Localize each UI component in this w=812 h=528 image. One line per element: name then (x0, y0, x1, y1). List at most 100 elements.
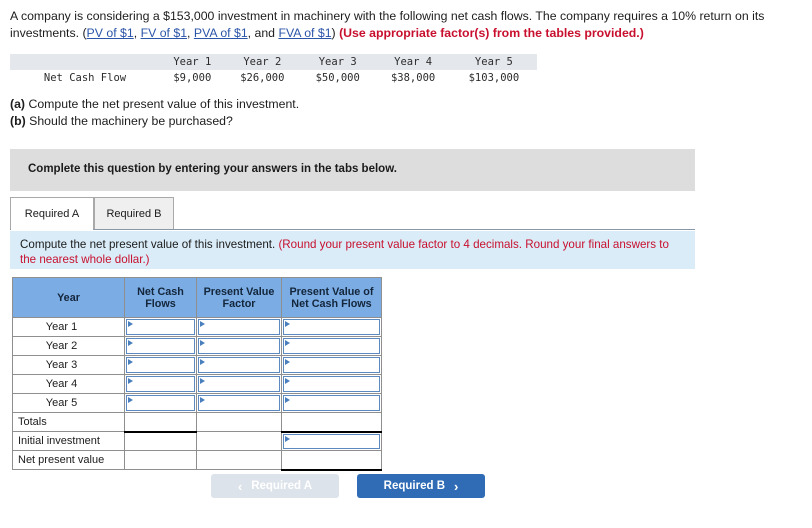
cash-flow-col-year-4: Year 4 (394, 56, 433, 68)
npv-header-present-value-of-net-cash-flows: Present Value of Net Cash Flows (281, 277, 382, 318)
cell-present-value-year-1[interactable] (281, 317, 382, 337)
table-row: Year 3 (12, 355, 382, 375)
npv-header-year: Year (12, 277, 125, 318)
requirement-panel: Compute the net present value of this in… (10, 231, 695, 269)
link-pva-of-1[interactable]: PVA of $1 (194, 26, 248, 40)
input-initial-investment[interactable] (283, 433, 380, 449)
cell-totals-net-cash-flows (124, 412, 197, 433)
cash-flow-value-year-5: $103,000 (468, 72, 520, 84)
question-b-text: Should the machinery be purchased? (25, 114, 233, 128)
table-row: Initial investment (12, 431, 382, 451)
table-row: Year 4 (12, 374, 382, 394)
input-present-value-year-4[interactable] (283, 376, 380, 392)
link-fva-of-1[interactable]: FVA of $1 (278, 26, 331, 40)
input-present-value-year-2[interactable] (283, 338, 380, 354)
cell-initial-investment-blank-1 (124, 431, 197, 451)
requirement-panel-text: Compute the net present value of this in… (20, 237, 688, 267)
cash-flow-header-row: Year 1 Year 2 Year 3 Year 4 Year 5 (10, 54, 537, 70)
input-present-value-year-5[interactable] (283, 395, 380, 411)
sub-questions: (a) Compute the net present value of thi… (10, 96, 299, 130)
input-present-value-year-3[interactable] (283, 357, 380, 373)
input-present-value-factor-year-4[interactable] (198, 376, 280, 392)
table-row: Net present value (12, 450, 382, 471)
cell-npv-blank-2 (196, 450, 282, 470)
link-fv-of-1[interactable]: FV of $1 (141, 26, 187, 40)
next-required-b-button[interactable]: Required B › (357, 474, 485, 498)
question-a: (a) Compute the net present value of thi… (10, 96, 299, 113)
input-net-cash-flows-year-5[interactable] (126, 395, 195, 411)
cell-net-cash-flows-year-4[interactable] (124, 374, 197, 394)
tab-required-a[interactable]: Required A (10, 197, 94, 230)
input-net-cash-flows-year-2[interactable] (126, 338, 195, 354)
cell-totals-present-value (281, 412, 382, 433)
npv-answer-table: Year Net Cash Flows Present Value Factor… (12, 277, 382, 471)
sep-2: , (187, 26, 194, 40)
input-net-cash-flows-year-3[interactable] (126, 357, 195, 373)
chevron-left-icon: ‹ (237, 478, 243, 494)
prev-required-a-button[interactable]: ‹ Required A (211, 474, 339, 498)
input-present-value-factor-year-3[interactable] (198, 357, 280, 373)
cell-net-cash-flows-year-1[interactable] (124, 317, 197, 337)
input-present-value-year-1[interactable] (283, 319, 380, 335)
row-label-year-3: Year 3 (12, 355, 125, 375)
cell-present-value-year-4[interactable] (281, 374, 382, 394)
cell-net-cash-flows-year-3[interactable] (124, 355, 197, 375)
chevron-right-icon: › (454, 478, 459, 494)
sep-3: , and (247, 26, 279, 40)
question-a-marker: (a) (10, 97, 26, 111)
cash-flow-data-row: Net Cash Flow $9,000 $26,000 $50,000 $38… (10, 70, 537, 86)
row-label-year-2: Year 2 (12, 336, 125, 356)
input-net-cash-flows-year-1[interactable] (126, 319, 195, 335)
sep-1: , (133, 26, 141, 40)
cell-present-value-factor-year-2[interactable] (196, 336, 282, 356)
cell-present-value-factor-year-1[interactable] (196, 317, 282, 337)
cell-net-cash-flows-year-2[interactable] (124, 336, 197, 356)
row-label-net-present-value: Net present value (12, 450, 125, 470)
row-label-initial-investment: Initial investment (12, 431, 125, 451)
problem-statement: A company is considering a $153,000 inve… (10, 8, 780, 42)
row-label-year-1: Year 1 (12, 317, 125, 337)
input-present-value-factor-year-1[interactable] (198, 319, 280, 335)
cash-flow-col-year-1: Year 1 (173, 56, 212, 68)
question-a-text: Compute the net present value of this in… (25, 97, 300, 111)
cash-flow-col-year-5: Year 5 (474, 56, 513, 68)
cash-flow-col-year-3: Year 3 (318, 56, 357, 68)
cell-present-value-year-3[interactable] (281, 355, 382, 375)
table-row: Year 5 (12, 393, 382, 413)
tab-required-b[interactable]: Required B (94, 197, 174, 229)
table-row: Year 2 (12, 336, 382, 356)
question-b-marker: (b) (10, 114, 26, 128)
input-net-cash-flows-year-4[interactable] (126, 376, 195, 392)
cell-npv-blank-1 (124, 450, 197, 470)
cash-flow-corner-cell (10, 54, 160, 70)
cell-present-value-year-5[interactable] (281, 393, 382, 413)
table-row: Totals (12, 412, 382, 433)
cell-net-cash-flows-year-5[interactable] (124, 393, 197, 413)
cash-flow-value-year-3: $50,000 (315, 72, 360, 84)
requirement-main-text: Compute the net present value of this in… (20, 238, 279, 251)
row-label-totals: Totals (12, 412, 125, 432)
cell-present-value-factor-year-3[interactable] (196, 355, 282, 375)
cell-present-value-factor-year-4[interactable] (196, 374, 282, 394)
cash-flow-value-year-2: $26,000 (240, 72, 285, 84)
cell-initial-investment[interactable] (281, 431, 382, 451)
question-b: (b) Should the machinery be purchased? (10, 113, 299, 130)
input-present-value-factor-year-2[interactable] (198, 338, 280, 354)
link-pv-of-1[interactable]: PV of $1 (87, 26, 134, 40)
cell-present-value-factor-year-5[interactable] (196, 393, 282, 413)
cash-flow-value-year-1: $9,000 (173, 72, 212, 84)
row-label-year-5: Year 5 (12, 393, 125, 413)
tab-required-b-label: Required B (106, 207, 162, 220)
problem-line-1: A company is considering a $153,000 inve… (10, 9, 732, 23)
input-present-value-factor-year-5[interactable] (198, 395, 280, 411)
cell-totals-present-value-factor (196, 412, 282, 432)
instruction-band-text: Complete this question by entering your … (28, 163, 397, 175)
cell-initial-investment-blank-2 (196, 431, 282, 451)
close-paren: ) (331, 26, 340, 40)
tab-underline (10, 229, 695, 230)
net-cash-flow-table: Year 1 Year 2 Year 3 Year 4 Year 5 Net C… (10, 54, 537, 86)
instruction-band: Complete this question by entering your … (10, 149, 695, 191)
tab-required-a-label: Required A (24, 207, 80, 220)
cash-flow-col-year-2: Year 2 (243, 56, 282, 68)
cell-present-value-year-2[interactable] (281, 336, 382, 356)
